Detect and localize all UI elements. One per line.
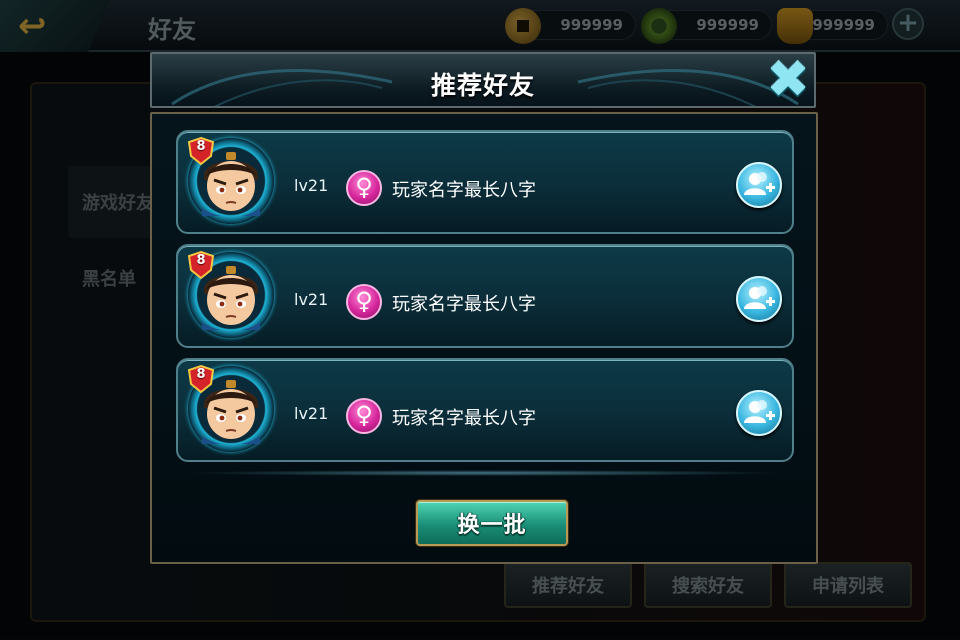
player-name: 玩家名字最长八字: [392, 294, 536, 315]
player-name: 玩家名字最长八字: [392, 408, 536, 429]
close-x-icon: ✖: [766, 50, 810, 110]
player-level: lv21: [294, 176, 329, 195]
player-level: lv21: [294, 404, 329, 423]
add-friend-button[interactable]: [736, 276, 782, 322]
avatar[interactable]: 8: [186, 136, 274, 224]
level-badge: 8: [186, 364, 216, 394]
badge-number: 8: [196, 139, 206, 154]
badge-number: 8: [196, 367, 206, 382]
player-level: lv21: [294, 290, 329, 309]
add-user-icon: [744, 172, 775, 195]
player-card: 8 lv21 ♀ 玩家名字最长八字: [176, 358, 794, 462]
add-user-icon: [744, 400, 775, 423]
badge-number: 8: [196, 253, 206, 268]
player-card: 8 lv21 ♀ 玩家名字最长八字: [176, 130, 794, 234]
add-user-icon: [744, 286, 775, 309]
avatar[interactable]: 8: [186, 364, 274, 452]
add-friend-button[interactable]: [736, 390, 782, 436]
female-icon: ♀: [346, 284, 382, 320]
level-badge: 8: [186, 250, 216, 280]
female-icon: ♀: [346, 398, 382, 434]
divider-glow: [182, 470, 786, 476]
close-button[interactable]: ✖: [764, 50, 812, 110]
player-name: 玩家名字最长八字: [392, 180, 536, 201]
level-badge: 8: [186, 136, 216, 166]
dialog-header: 推荐好友: [150, 52, 816, 108]
dialog-title: 推荐好友: [430, 71, 535, 100]
avatar[interactable]: 8: [186, 250, 274, 338]
player-card: 8 lv21 ♀ 玩家名字最长八字: [176, 244, 794, 348]
female-icon: ♀: [346, 170, 382, 206]
add-friend-button[interactable]: [736, 162, 782, 208]
refresh-batch-button[interactable]: 换一批: [416, 500, 568, 546]
